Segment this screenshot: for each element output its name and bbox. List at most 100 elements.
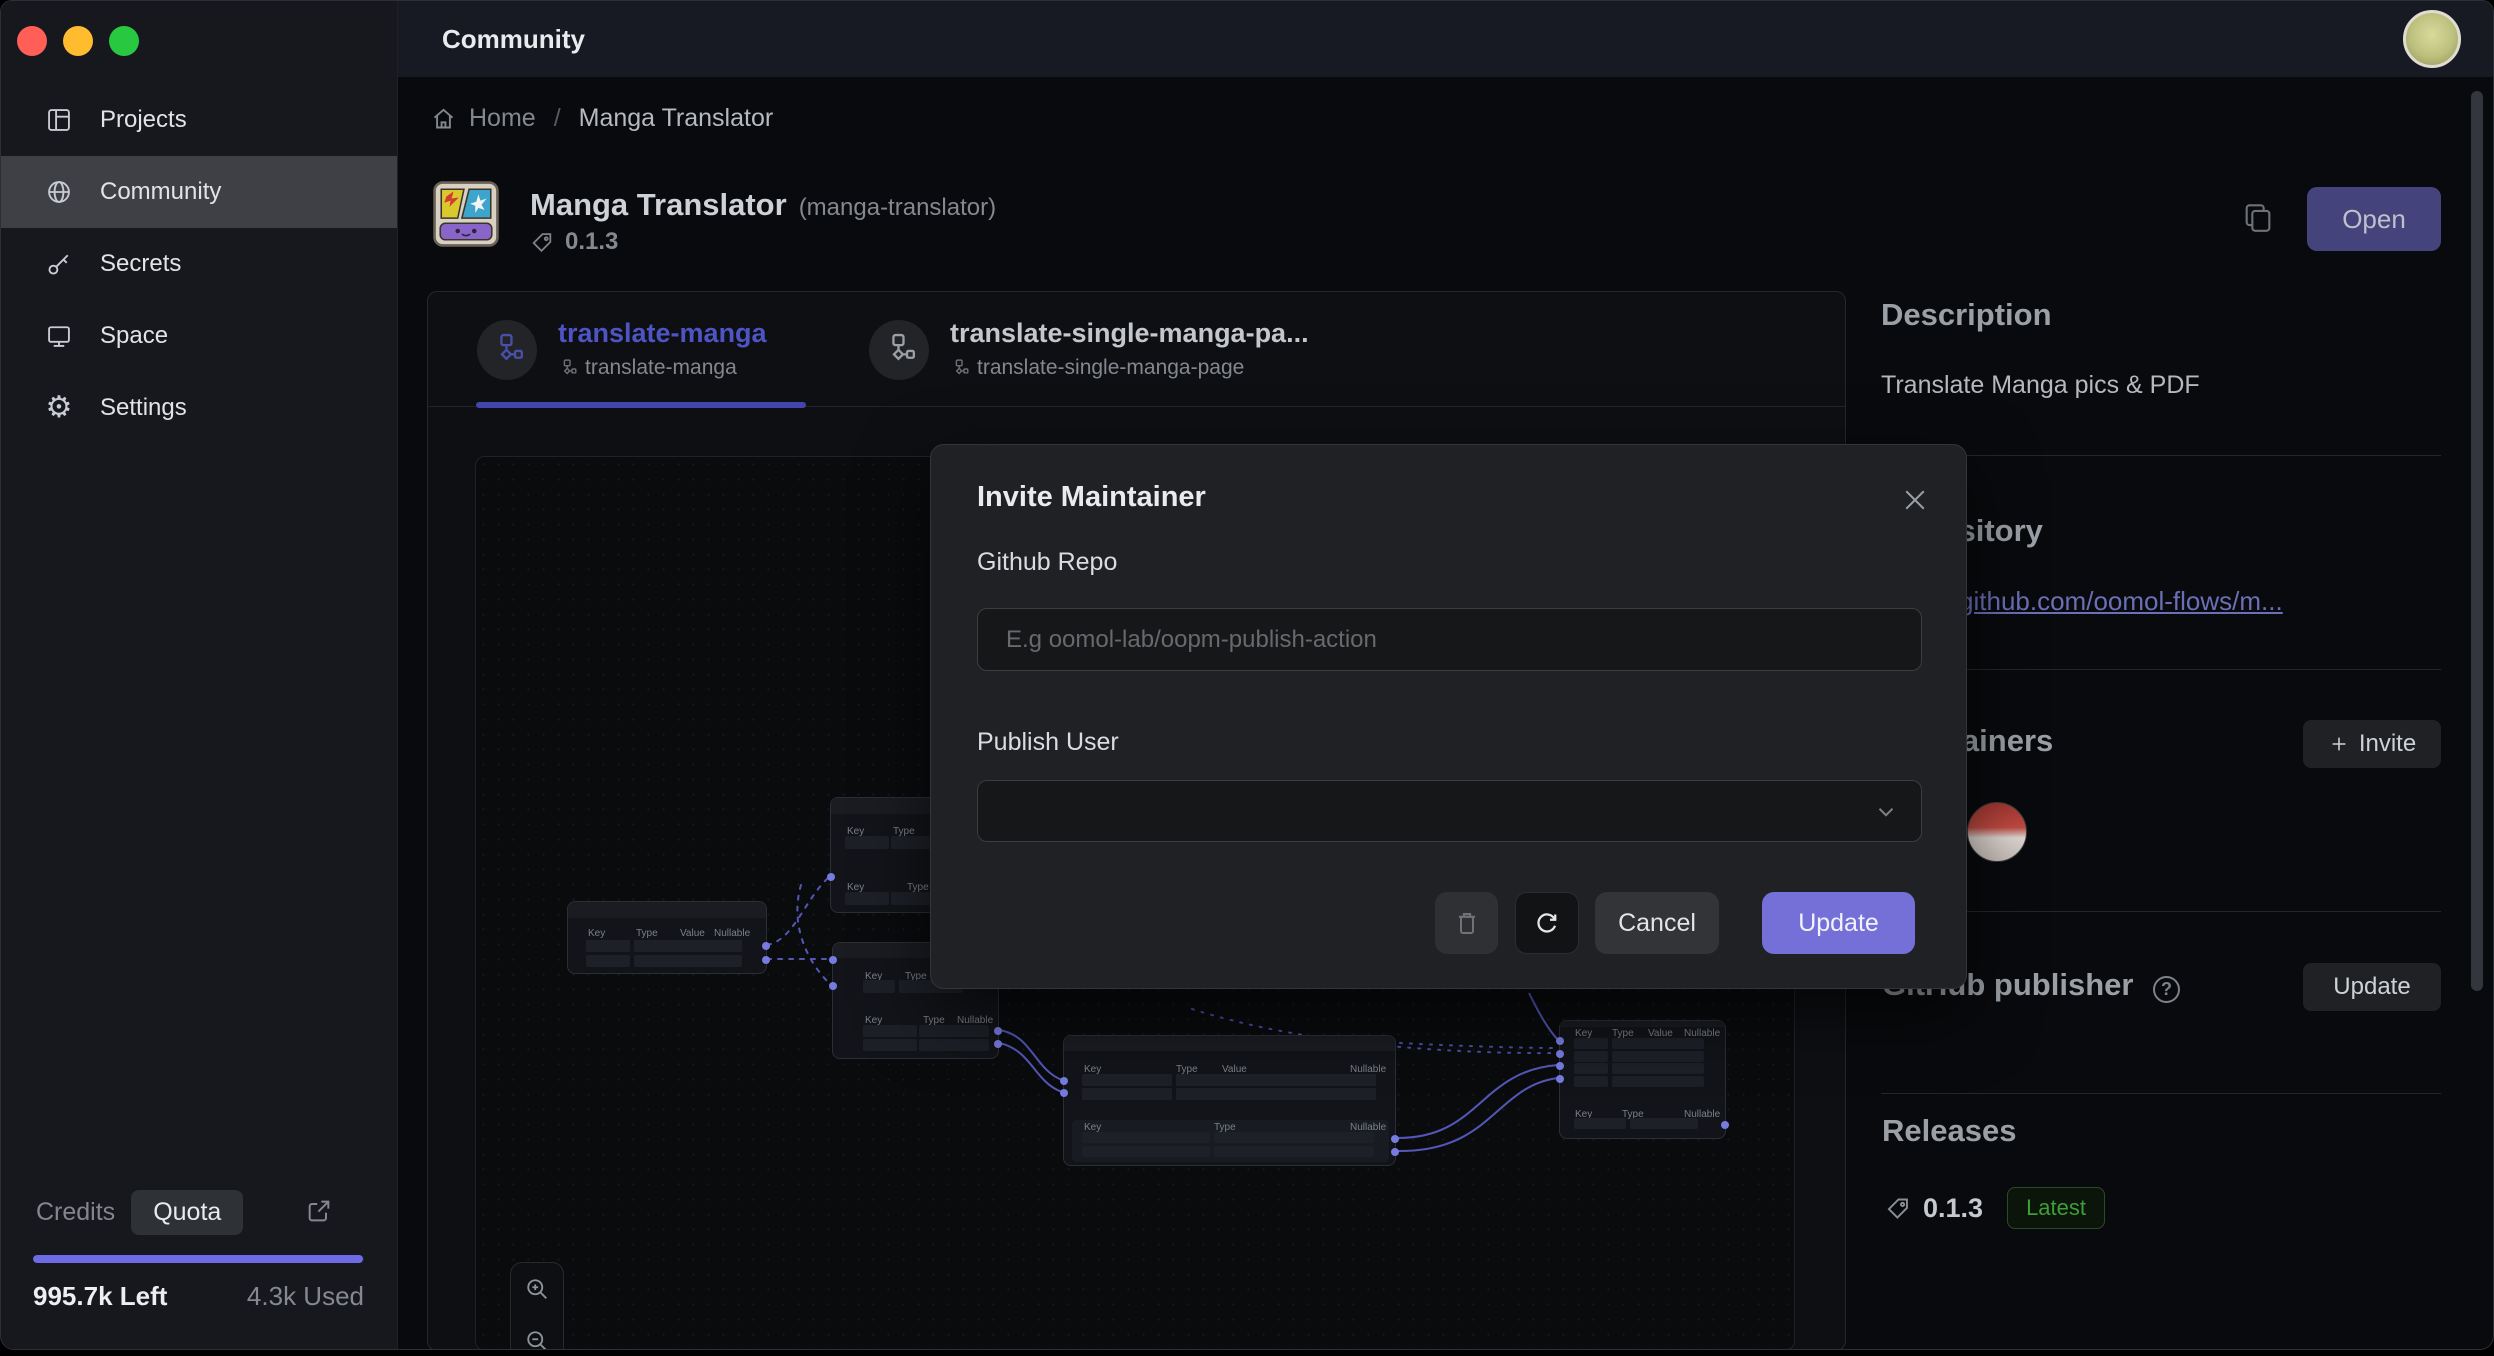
- close-icon[interactable]: [1900, 485, 1930, 515]
- sidebar-item-community[interactable]: Community: [1, 156, 397, 228]
- page-title: Manga Translator: [530, 187, 787, 223]
- topbar-title: Community: [442, 24, 585, 55]
- projects-grid-icon: [45, 106, 73, 134]
- topbar: Community: [398, 1, 2494, 77]
- trash-icon: [1452, 908, 1482, 938]
- node-cell: [863, 1039, 917, 1051]
- node-column-header: Type: [636, 928, 658, 939]
- output-port[interactable]: [994, 1040, 1002, 1048]
- invite-button-label: Invite: [2359, 730, 2416, 758]
- sidebar-item-label: Projects: [100, 106, 187, 134]
- publisher-update-button[interactable]: Update: [2303, 963, 2441, 1011]
- node-cell: [919, 1025, 989, 1037]
- tab-translate-manga[interactable]: translate-manga translate-manga: [477, 292, 837, 407]
- delete-button[interactable]: [1435, 892, 1498, 954]
- credits-panel: Credits Quota 995.7k Left 4.3k Used: [1, 1189, 397, 1349]
- help-question-icon[interactable]: ?: [2153, 976, 2180, 1003]
- input-port[interactable]: [829, 982, 837, 990]
- node-d[interactable]: KeyTypeValueNullableKeyTypeNullable: [1063, 1035, 1396, 1166]
- cancel-button[interactable]: Cancel: [1595, 892, 1719, 954]
- node-cell: [634, 955, 742, 967]
- credits-progress-bar: [33, 1255, 364, 1263]
- window-controls: [17, 26, 147, 56]
- node-cell: [1612, 1038, 1704, 1049]
- output-port[interactable]: [762, 942, 770, 950]
- home-icon[interactable]: [430, 105, 457, 132]
- node-column-header: Value: [680, 928, 705, 939]
- zoom-in-button[interactable]: [511, 1263, 563, 1315]
- user-avatar[interactable]: [2403, 10, 2461, 68]
- github-repo-label: Github Repo: [977, 548, 1117, 577]
- version-text: 0.1.3: [565, 228, 618, 256]
- copy-icon[interactable]: [2241, 201, 2275, 237]
- sidebar-item-secrets[interactable]: Secrets: [1, 228, 397, 300]
- breadcrumb: Home / Manga Translator: [430, 104, 773, 133]
- publish-user-select[interactable]: [977, 780, 1922, 842]
- output-port[interactable]: [994, 1027, 1002, 1035]
- minimize-window-button[interactable]: [63, 26, 93, 56]
- node-cell: [1612, 1051, 1704, 1062]
- input-port[interactable]: [829, 956, 837, 964]
- input-port[interactable]: [1556, 1037, 1564, 1045]
- sidebar-item-space[interactable]: Space: [1, 300, 397, 372]
- globe-icon: [45, 178, 73, 206]
- package-icon: [433, 181, 499, 247]
- maximize-window-button[interactable]: [109, 26, 139, 56]
- flow-edge: [797, 885, 831, 985]
- input-port[interactable]: [1556, 1062, 1564, 1070]
- open-button[interactable]: Open: [2307, 187, 2441, 251]
- github-repo-input[interactable]: [977, 608, 1922, 671]
- breadcrumb-home[interactable]: Home: [469, 104, 536, 133]
- tab-subtitle: translate-single-manga-page: [977, 356, 1244, 380]
- key-icon: [45, 250, 73, 278]
- credits-progress-fill: [33, 1255, 363, 1263]
- output-port[interactable]: [1391, 1135, 1399, 1143]
- node-column-header: Nullable: [714, 928, 750, 939]
- node-cell: [1574, 1118, 1626, 1129]
- invite-maintainer-modal: Invite Maintainer Github Repo Publish Us…: [930, 444, 1967, 989]
- node-cell: [1082, 1146, 1210, 1157]
- output-port[interactable]: [762, 956, 770, 964]
- external-link-icon[interactable]: [305, 1197, 333, 1225]
- node-header: [568, 902, 766, 918]
- node-cell: [1214, 1146, 1374, 1157]
- tab-title: translate-manga: [558, 318, 767, 349]
- tab-subtitle-row: translate-manga: [558, 356, 737, 380]
- input-port[interactable]: [1060, 1089, 1068, 1097]
- node-a[interactable]: Key Type Value Nullable: [567, 901, 767, 974]
- zoom-out-button[interactable]: [511, 1315, 563, 1350]
- input-port[interactable]: [1556, 1050, 1564, 1058]
- tab-subtitle-row: translate-single-manga-page: [950, 356, 1244, 380]
- sidebar-item-label: Secrets: [100, 250, 181, 278]
- output-port[interactable]: [1391, 1148, 1399, 1156]
- update-button-label: Update: [1798, 909, 1879, 938]
- flow-edge: [1396, 1078, 1558, 1151]
- publish-user-label: Publish User: [977, 728, 1119, 757]
- node-e[interactable]: KeyTypeValueNullableKeyTypeNullable: [1559, 1020, 1726, 1139]
- sidebar-item-settings[interactable]: ⚙ Settings: [1, 372, 397, 444]
- vertical-scrollbar[interactable]: [2471, 91, 2483, 991]
- breadcrumb-separator: /: [554, 104, 561, 133]
- maintainer-avatar[interactable]: [1967, 802, 2027, 862]
- flow-edge: [1529, 993, 1558, 1040]
- sidebar: Projects Community Secrets Space: [1, 1, 398, 1349]
- refresh-icon: [1532, 908, 1562, 938]
- update-button[interactable]: Update: [1762, 892, 1915, 954]
- node-cell: [845, 836, 889, 849]
- modal-title: Invite Maintainer: [977, 481, 1206, 514]
- invite-button[interactable]: Invite: [2303, 720, 2441, 768]
- output-port[interactable]: [1721, 1121, 1729, 1129]
- close-window-button[interactable]: [17, 26, 47, 56]
- sidebar-item-label: Community: [100, 178, 221, 206]
- input-port[interactable]: [1060, 1077, 1068, 1085]
- refresh-button[interactable]: [1515, 892, 1579, 954]
- tab-translate-single-manga-page[interactable]: translate-single-manga-pa... translate-s…: [869, 292, 1339, 407]
- node-column-header: Key: [588, 928, 605, 939]
- input-port[interactable]: [827, 873, 835, 881]
- quota-toggle[interactable]: Quota: [131, 1190, 243, 1235]
- monitor-icon: [45, 322, 73, 350]
- sidebar-item-projects[interactable]: Projects: [1, 84, 397, 156]
- flow-edge: [999, 1030, 1062, 1080]
- input-port[interactable]: [1556, 1075, 1564, 1083]
- node-cell: [845, 892, 889, 905]
